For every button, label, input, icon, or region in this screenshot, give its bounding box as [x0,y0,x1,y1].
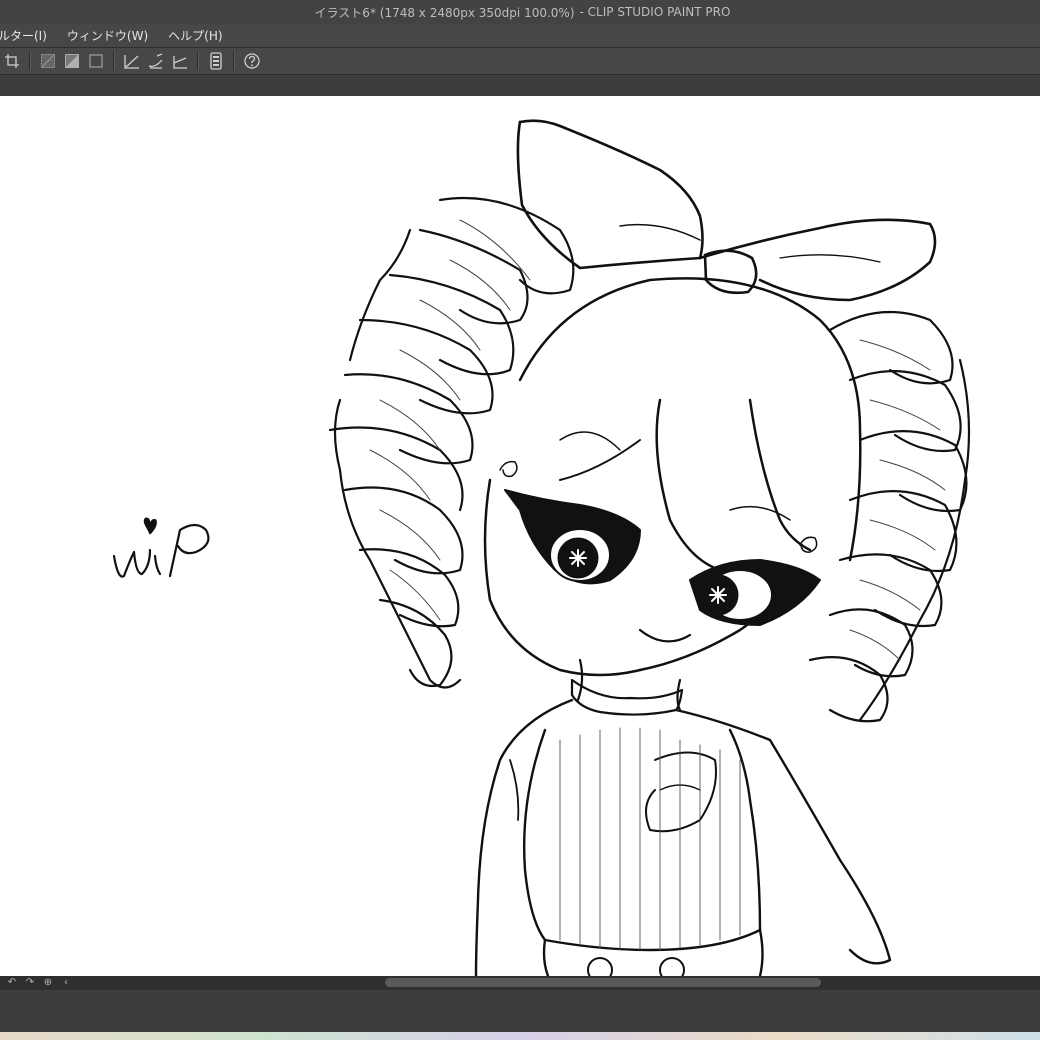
reset-view-icon[interactable]: ⊕ [42,977,54,989]
title-bar: イラスト6* (1748 x 2480px 350dpi 100.0%) - C… [0,0,1040,24]
deselect-icon[interactable] [86,51,106,71]
neck-collar [570,658,684,716]
mouth [638,628,692,643]
document-title: イラスト6* (1748 x 2480px 350dpi 100.0%) [314,5,575,20]
body [474,698,892,976]
clear-outside-selection-icon[interactable] [38,51,58,71]
menu-filter[interactable]: ルター(I) [0,27,57,44]
fill-selection-icon[interactable] [62,51,82,71]
ruler-icon[interactable] [122,51,142,71]
menu-help[interactable]: ヘルプ(H) [158,27,232,44]
head [483,277,862,677]
special-ruler-icon[interactable] [146,51,166,71]
menu-window[interactable]: ウィンドウ(W) [57,27,158,44]
redo-icon[interactable]: ↷ [24,977,36,989]
crop-selection-icon[interactable] [2,51,22,71]
toolbar-separator [29,52,31,70]
horizontal-scrollbar[interactable] [385,978,821,987]
left-curls [328,196,575,689]
tab-bar [0,75,1040,96]
collapse-icon[interactable]: ‹ [60,977,72,989]
status-panel [0,990,1040,1032]
toolbar-separator [113,52,115,70]
menu-bar: ルター(I) ウィンドウ(W) ヘルプ(H) [0,24,1040,48]
undo-icon[interactable]: ↶ [6,977,18,989]
app-name: - CLIP STUDIO PAINT PRO [579,5,731,19]
right-curls [808,310,971,723]
perspective-ruler-icon[interactable] [170,51,190,71]
hair-bow [516,119,937,302]
drawing-canvas[interactable] [0,96,1040,976]
toolbar-separator [197,52,199,70]
canvas-lineart [112,119,971,976]
canvas-bottom-bar: ↶ ↷ ⊕ ‹ [0,976,1040,990]
command-bar [0,48,1040,75]
color-palette-strip[interactable] [0,1032,1040,1040]
smartphone-icon[interactable] [206,51,226,71]
help-icon[interactable] [242,51,262,71]
wip-signature [112,517,210,578]
toolbar-separator [233,52,235,70]
